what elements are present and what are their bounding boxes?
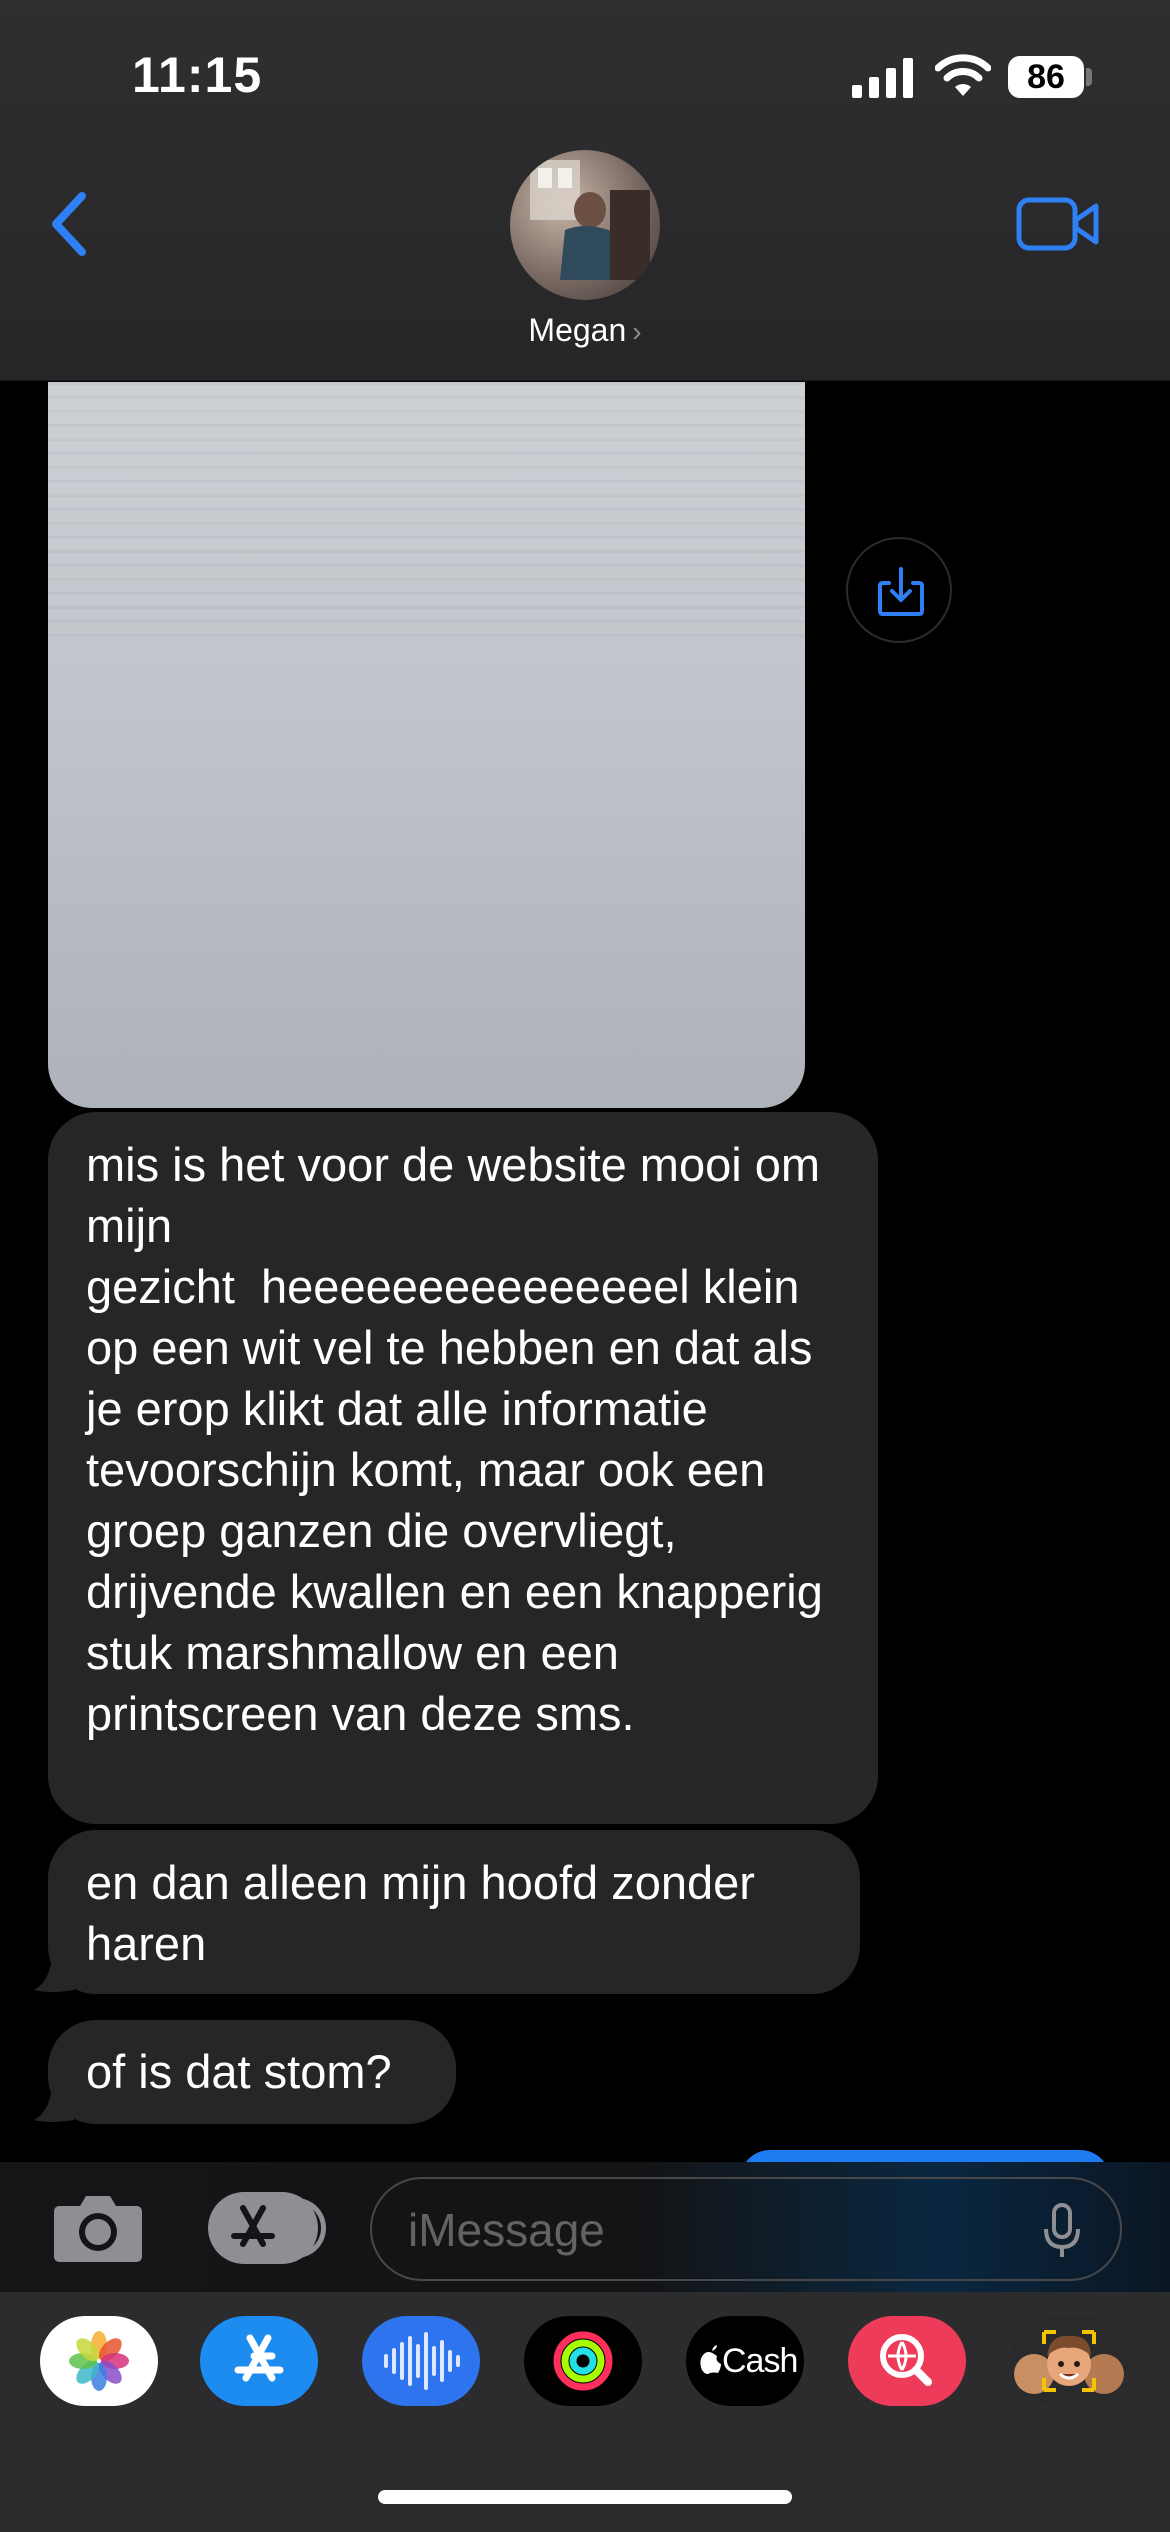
camera-icon[interactable]: [52, 2192, 144, 2264]
apple-cash-icon: [700, 2345, 721, 2374]
save-photo-icon: [878, 567, 924, 616]
battery-cap: [1086, 68, 1092, 86]
message-bubble[interactable]: mis is het voor de website mooi om mijn …: [48, 1112, 878, 1824]
back-chevron-icon[interactable]: [42, 184, 102, 264]
apps-icon: [231, 2205, 275, 2247]
home-indicator[interactable]: [378, 2490, 792, 2504]
battery-indicator: 86: [1008, 56, 1084, 98]
photos-icon: [69, 2331, 129, 2391]
images-search-button[interactable]: [848, 2316, 966, 2406]
memoji-icon: [1014, 2330, 1124, 2394]
apple-cash-label: Cash: [722, 2342, 798, 2380]
battery-level: 86: [1027, 58, 1065, 96]
message-bubble[interactable]: of is dat stom?: [48, 2020, 456, 2124]
app-store-button[interactable]: [200, 2316, 318, 2406]
message-text: en dan alleen mijn hoofd zonder haren: [86, 1856, 768, 1970]
message-input-field[interactable]: [370, 2177, 1122, 2281]
photo-attachment[interactable]: [48, 382, 805, 1108]
bubble-tail: [34, 1950, 74, 1992]
memoji-button[interactable]: [1010, 2316, 1128, 2406]
bubble-tail: [34, 2080, 74, 2122]
wifi-icon: [935, 54, 991, 96]
activity-icon: [553, 2331, 613, 2391]
avatar[interactable]: [510, 150, 660, 300]
photos-app-button[interactable]: [40, 2316, 158, 2406]
cellular-signal-icon: [852, 58, 913, 98]
message-bubble[interactable]: en dan alleen mijn hoofd zonder haren: [48, 1830, 860, 1994]
contact-name-button[interactable]: Megan ›: [470, 312, 700, 349]
audio-message-button[interactable]: [362, 2316, 480, 2406]
images-search-icon: [880, 2334, 932, 2386]
conversation-header: 11:15 86 Megan ›: [0, 0, 1170, 381]
apps-button[interactable]: [208, 2192, 326, 2264]
message-input[interactable]: [406, 2179, 1010, 2281]
app-store-icon: [234, 2334, 284, 2382]
mic-icon[interactable]: [1042, 2203, 1082, 2259]
message-text: mis is het voor de website mooi om mijn …: [86, 1138, 823, 1740]
chevron-right-icon: ›: [632, 316, 642, 347]
activity-button[interactable]: [524, 2316, 642, 2406]
photo-texture: [48, 382, 805, 642]
status-time: 11:15: [132, 47, 263, 103]
save-photo-button[interactable]: [846, 537, 952, 643]
apple-cash-button[interactable]: Cash: [686, 2316, 804, 2406]
message-text: of is dat stom?: [86, 2045, 392, 2098]
audio-message-icon: [384, 2332, 460, 2390]
video-call-icon[interactable]: [1016, 194, 1100, 254]
contact-name: Megan: [528, 312, 627, 348]
